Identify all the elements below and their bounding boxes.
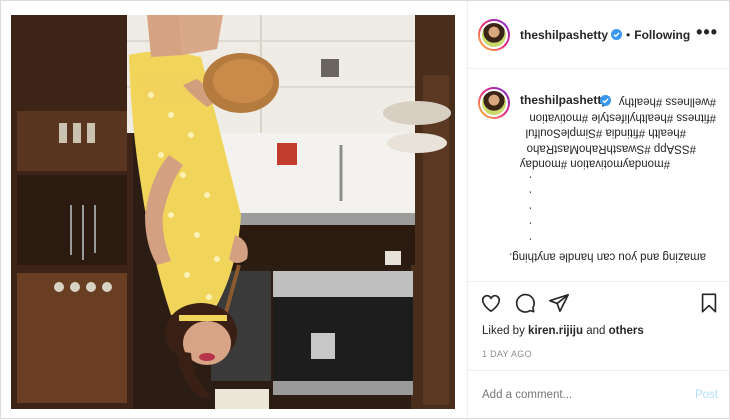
post-photo[interactable] <box>11 15 455 409</box>
bookmark-icon[interactable] <box>698 292 720 314</box>
comment-bar: Post <box>468 370 730 420</box>
liked-by-and: and <box>586 325 606 337</box>
header-separator: • <box>626 27 631 42</box>
likes-summary: Liked by kiren.rijiju and others <box>482 325 644 337</box>
post-timestamp[interactable]: 1 DAY AGO <box>482 349 532 359</box>
caption-text: theshilpashetty #wellness #healthy #fitn… <box>509 93 716 264</box>
caption-line: . <box>528 173 532 185</box>
instagram-post-window: theshilpashetty • Following ••• theshilp… <box>0 0 730 420</box>
caption-section: theshilpashetty #wellness #healthy #fitn… <box>468 69 730 281</box>
liked-by-prefix: Liked by <box>482 325 525 337</box>
liked-by-others-link[interactable]: others <box>609 325 644 337</box>
heart-icon[interactable] <box>480 292 502 314</box>
avatar-image <box>480 20 508 49</box>
caption-line: #health #fitindia #SimpleSoulful <box>525 126 686 139</box>
verified-badge-icon <box>600 95 611 106</box>
caption-line: #fitness #healthylifestyle #motivation <box>529 111 716 123</box>
caption-first-row: theshilpashetty #wellness #healthy <box>520 93 716 109</box>
caption-author-avatar[interactable] <box>478 87 510 119</box>
avatar-image <box>480 89 508 117</box>
action-icons <box>480 292 570 314</box>
comment-input[interactable] <box>482 389 662 401</box>
post-sidebar: theshilpashetty • Following ••• theshilp… <box>467 1 730 420</box>
caption-line: . <box>528 188 532 201</box>
caption-line: #mondaymotivation #monday <box>519 157 670 170</box>
author-avatar[interactable] <box>478 18 510 51</box>
author-username[interactable]: theshilpashetty <box>520 28 608 42</box>
post-header: theshilpashetty • Following ••• <box>468 1 730 69</box>
caption-line: . <box>528 235 532 247</box>
caption-line: #wellness #healthy <box>618 95 716 108</box>
comment-icon[interactable] <box>514 292 536 314</box>
more-options-icon[interactable]: ••• <box>696 23 718 41</box>
kitchen-photo-illustration <box>11 15 455 409</box>
caption-author-username[interactable]: theshilpashetty <box>520 93 608 107</box>
caption-line: #SSApp #SwasthRahoMastRaho <box>526 142 696 154</box>
verified-badge-icon <box>611 29 623 40</box>
caption-line: amazing and you can handle anything. <box>509 250 706 263</box>
caption-line: . <box>528 219 532 232</box>
post-comment-button[interactable]: Post <box>695 389 718 401</box>
paper-plane-icon[interactable] <box>548 292 570 314</box>
caption-line: . <box>528 204 532 216</box>
following-button[interactable]: Following <box>634 28 690 42</box>
liked-by-user-link[interactable]: kiren.rijiju <box>528 325 583 337</box>
